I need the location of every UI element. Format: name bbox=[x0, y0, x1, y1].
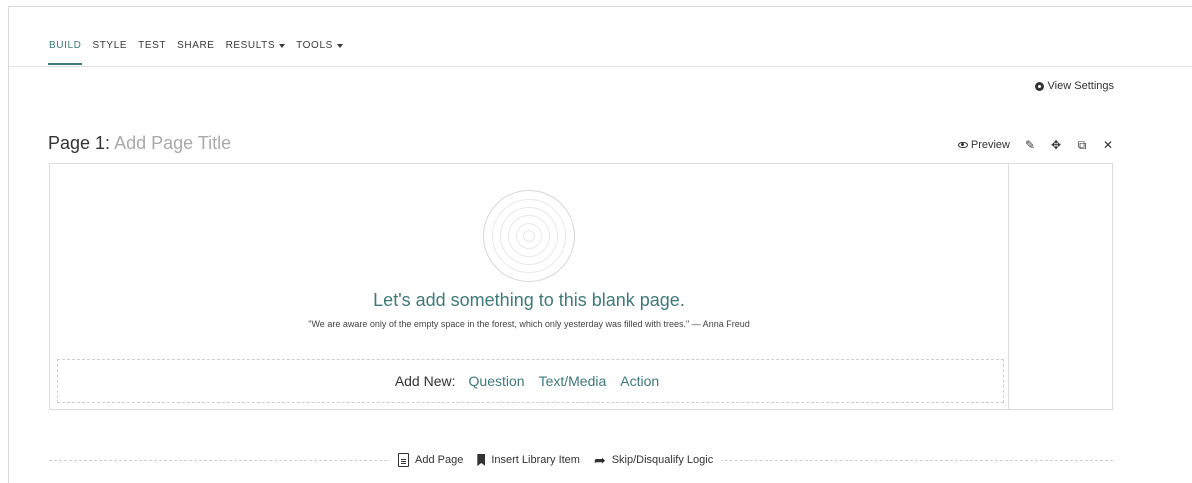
top-nav: BUILD STYLE TEST SHARE RESULTS TOOLS bbox=[9, 7, 1192, 67]
tab-label: TOOLS bbox=[296, 40, 333, 51]
tab-style[interactable]: STYLE bbox=[92, 40, 127, 65]
page-number-label: Page 1: bbox=[48, 133, 111, 153]
tab-tools[interactable]: TOOLS bbox=[296, 40, 343, 65]
empty-state-heading: Let's add something to this blank page. bbox=[373, 290, 685, 310]
add-page-button[interactable]: Add Page bbox=[398, 453, 463, 467]
preview-label: Preview bbox=[970, 139, 1010, 151]
tab-build[interactable]: BUILD bbox=[47, 40, 83, 65]
close-icon[interactable]: ✕ bbox=[1102, 139, 1114, 151]
view-settings-button[interactable]: View Settings bbox=[1034, 80, 1114, 92]
tab-label: RESULTS bbox=[225, 40, 276, 51]
illustration-ring bbox=[523, 230, 535, 242]
page-title: Page 1: Add Page Title bbox=[48, 133, 231, 154]
add-question-link[interactable]: Question bbox=[469, 373, 525, 389]
preview-button[interactable]: Preview bbox=[957, 139, 1010, 151]
skip-logic-button[interactable]: ➦ Skip/Disqualify Logic bbox=[594, 453, 713, 467]
skip-logic-label: Skip/Disqualify Logic bbox=[611, 454, 714, 466]
page-actions: Preview ✎ ✥ ⧉ ✕ bbox=[957, 139, 1114, 151]
tab-label: SHARE bbox=[177, 40, 215, 51]
copy-icon[interactable]: ⧉ bbox=[1076, 139, 1088, 151]
add-new-label: Add New: bbox=[394, 373, 456, 389]
eye-icon bbox=[957, 142, 968, 148]
tab-share[interactable]: SHARE bbox=[177, 40, 214, 65]
gear-icon bbox=[1034, 81, 1044, 91]
tab-label: TEST bbox=[138, 40, 167, 51]
add-new-bar: Add New: Question Text/Media Action bbox=[57, 359, 1004, 403]
survey-builder: BUILD STYLE TEST SHARE RESULTS TOOLS Vie… bbox=[8, 6, 1192, 483]
view-settings-label: View Settings bbox=[1047, 80, 1114, 92]
tab-results[interactable]: RESULTS bbox=[226, 40, 286, 65]
nav-tabs: BUILD STYLE TEST SHARE RESULTS TOOLS bbox=[47, 40, 354, 65]
page-container: Let's add something to this blank page. … bbox=[49, 163, 1113, 410]
page-side-column bbox=[1008, 164, 1112, 409]
tab-label: BUILD bbox=[49, 40, 82, 51]
tab-label: STYLE bbox=[92, 40, 128, 51]
bottom-actions: Add Page Insert Library Item ➦ Skip/Disq… bbox=[390, 450, 722, 470]
caret-down-icon bbox=[336, 44, 343, 48]
bookmark-icon bbox=[477, 454, 486, 466]
insert-library-item-button[interactable]: Insert Library Item bbox=[477, 454, 580, 466]
share-arrow-icon: ➦ bbox=[593, 452, 606, 468]
add-page-label: Add Page bbox=[415, 454, 464, 466]
caret-down-icon bbox=[279, 44, 286, 48]
move-icon[interactable]: ✥ bbox=[1050, 139, 1062, 151]
add-text-media-link[interactable]: Text/Media bbox=[539, 373, 607, 389]
pencil-icon[interactable]: ✎ bbox=[1024, 139, 1036, 151]
empty-page-illustration bbox=[483, 190, 575, 282]
document-icon bbox=[398, 453, 409, 467]
insert-library-label: Insert Library Item bbox=[491, 454, 580, 466]
empty-state-quote: "We are aware only of the empty space in… bbox=[308, 319, 750, 329]
add-action-link[interactable]: Action bbox=[620, 373, 659, 389]
page-title-input[interactable]: Add Page Title bbox=[114, 133, 231, 153]
tab-test[interactable]: TEST bbox=[138, 40, 166, 65]
